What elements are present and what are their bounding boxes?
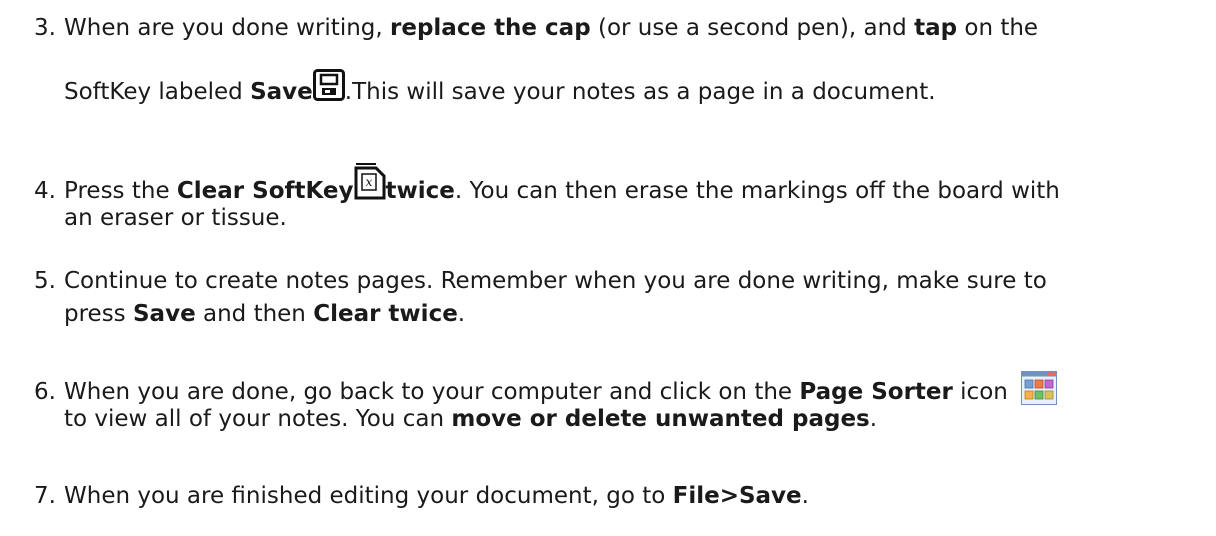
step-number: 5. (34, 268, 56, 294)
text: Continue to create notes pages. Remember… (64, 268, 1047, 294)
text: press (64, 301, 133, 327)
text: icon (952, 379, 1008, 405)
step-number: 3. (34, 15, 56, 41)
bold-text: twice (385, 178, 455, 204)
bold-text: Clear twice (313, 301, 458, 327)
bold-text: Page Sorter (799, 379, 953, 405)
clear-softkey-icon: x (354, 162, 386, 200)
step-3-line-2: SoftKey labeled Save .This will save you… (34, 69, 1204, 109)
text: . (801, 483, 809, 509)
step-5-line-1: 5. Continue to create notes pages. Rememb… (34, 265, 1204, 298)
text: .This will save your notes as a page in … (344, 79, 936, 105)
bold-text: Save (132, 301, 196, 327)
page-sorter-icon[interactable] (1021, 371, 1058, 405)
text: When you are done, go back to your compu… (64, 379, 800, 405)
text: and then (195, 301, 314, 327)
bold-text: tap (914, 15, 958, 41)
text: (or use a second pen), and (590, 15, 915, 41)
step-5: 5. Continue to create notes pages. Rememb… (34, 265, 1204, 331)
step-number: 6. (34, 379, 56, 405)
text: When are you done writing, (64, 15, 391, 41)
text: Press the (64, 178, 177, 204)
text: . You can then erase the markings off th… (454, 178, 1060, 204)
bold-text: replace the cap (390, 15, 591, 41)
step-4: 4. Press the Clear SoftKey x twice. You c… (34, 162, 1204, 235)
text: . (869, 406, 878, 432)
step-3: 3. When are you done writing, replace the… (34, 12, 1204, 109)
bold-text: File>Save (672, 483, 802, 509)
text: an eraser or tissue. (64, 205, 287, 231)
step-6: 6. When you are done, go back to your com… (34, 371, 1204, 436)
step-number: 4. (34, 178, 56, 204)
bold-text: Clear SoftKey (176, 178, 354, 204)
text: When you are finished editing your docum… (64, 483, 673, 509)
bold-text: move or delete unwanted pages (451, 406, 870, 432)
step-5-line-2: press Save and then Clear twice. (34, 298, 1204, 331)
svg-text:x: x (365, 175, 372, 189)
step-number: 7. (34, 483, 56, 509)
text: to view all of your notes. You can (64, 406, 452, 432)
step-7: 7. When you are finished editing your doc… (34, 480, 1204, 513)
text: on the (957, 15, 1039, 41)
bold-text: Save (250, 79, 313, 105)
text: . (457, 301, 466, 327)
step-3-line-1: 3. When are you done writing, replace the… (34, 12, 1204, 45)
save-softkey-icon (312, 69, 345, 101)
text: SoftKey labeled (64, 79, 251, 105)
step-7-line-1: 7. When you are finished editing your doc… (34, 480, 1204, 513)
